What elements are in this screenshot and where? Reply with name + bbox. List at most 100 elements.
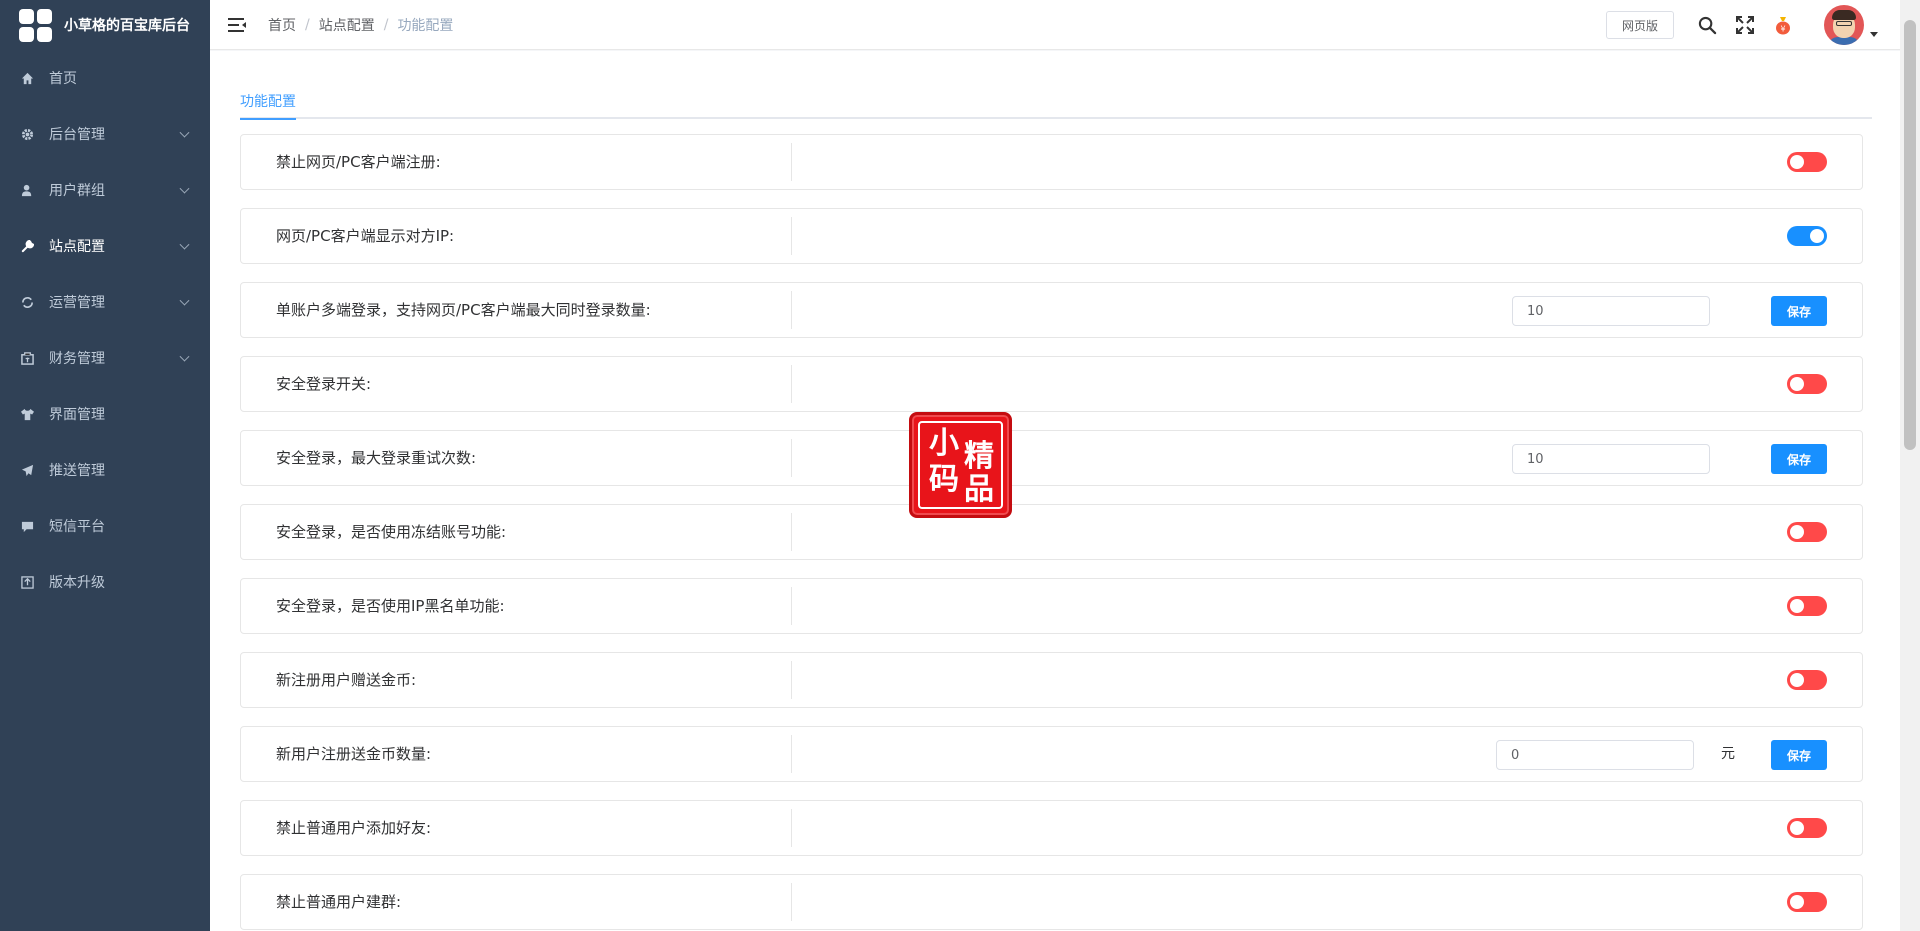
message-icon <box>20 519 34 533</box>
user-icon <box>20 183 34 197</box>
config-label: 禁止网页/PC客户端注册: <box>276 153 441 171</box>
divider <box>791 883 792 921</box>
top-header: 首页 / 站点配置 / 功能配置 网页版 ¥ <box>210 0 1900 50</box>
sidebar-item-label: 短信平台 <box>49 519 105 535</box>
page-scrollbar[interactable] <box>1900 0 1920 931</box>
config-value-input[interactable] <box>1512 444 1710 474</box>
logo[interactable]: 小草格的百宝库后台 <box>0 0 210 50</box>
config-row: 安全登录，最大登录重试次数: 保存 <box>240 430 1863 486</box>
search-icon[interactable] <box>1696 14 1718 36</box>
sidebar-item-2[interactable]: 用户群组 <box>0 162 210 218</box>
sidebar-item-label: 财务管理 <box>49 351 105 367</box>
chevron-down-icon <box>179 183 190 194</box>
sidebar-item-1[interactable]: 后台管理 <box>0 106 210 162</box>
sidebar-item-label: 用户群组 <box>49 183 105 199</box>
toggle-switch[interactable] <box>1787 152 1827 172</box>
breadcrumb-home[interactable]: 首页 <box>268 15 296 35</box>
sidebar-item-8[interactable]: 短信平台 <box>0 498 210 554</box>
chevron-down-icon <box>179 351 190 362</box>
toggle-switch[interactable] <box>1787 670 1827 690</box>
sidebar-item-5[interactable]: 财务管理 <box>0 330 210 386</box>
config-label: 新注册用户赠送金币: <box>276 671 417 689</box>
sidebar: 小草格的百宝库后台 首页后台管理用户群组站点配置运营管理财务管理界面管理推送管理… <box>0 0 210 931</box>
config-row: 网页/PC客户端显示对方IP: <box>240 208 1863 264</box>
config-row: 禁止网页/PC客户端注册: <box>240 134 1863 190</box>
sidebar-item-label: 站点配置 <box>49 239 105 255</box>
caret-down-icon[interactable] <box>1870 31 1878 37</box>
divider <box>791 661 792 699</box>
watermark-stamp: 小 精 码 品 <box>909 412 1012 518</box>
config-row: 安全登录，是否使用冻结账号功能: <box>240 504 1863 560</box>
divider <box>791 143 792 181</box>
breadcrumb-separator: / <box>305 16 310 33</box>
divider <box>791 291 792 329</box>
header-actions: 网页版 ¥ <box>1605 0 1900 50</box>
toggle-switch[interactable] <box>1787 374 1827 394</box>
finance-icon <box>20 351 34 365</box>
toggle-switch[interactable] <box>1787 892 1827 912</box>
sidebar-item-label: 版本升级 <box>49 575 105 591</box>
breadcrumb-current: 功能配置 <box>397 17 454 34</box>
save-button[interactable]: 保存 <box>1771 444 1827 474</box>
wrench-icon <box>20 239 34 253</box>
sidebar-item-6[interactable]: 界面管理 <box>0 386 210 442</box>
config-label: 安全登录，是否使用冻结账号功能: <box>276 523 507 541</box>
gear-icon <box>20 127 34 141</box>
tab-feature-config[interactable]: 功能配置 <box>240 92 296 120</box>
sidebar-item-label: 后台管理 <box>49 127 105 143</box>
toggle-switch[interactable] <box>1787 596 1827 616</box>
config-row: 新注册用户赠送金币: <box>240 652 1863 708</box>
config-row: 新用户注册送金币数量: 元 保存 <box>240 726 1863 782</box>
config-row: 禁止普通用户添加好友: <box>240 800 1863 856</box>
config-value-input[interactable] <box>1512 296 1710 326</box>
user-avatar[interactable] <box>1824 5 1864 45</box>
svg-text:¥: ¥ <box>1780 25 1785 34</box>
divider <box>791 735 792 773</box>
toggle-switch[interactable] <box>1787 522 1827 542</box>
save-button[interactable]: 保存 <box>1771 740 1827 770</box>
sidebar-item-3[interactable]: 站点配置 <box>0 218 210 274</box>
logo-icon <box>19 8 52 42</box>
sidebar-menu: 首页后台管理用户群组站点配置运营管理财务管理界面管理推送管理短信平台版本升级 <box>0 50 210 610</box>
config-value-input[interactable] <box>1496 740 1694 770</box>
save-button[interactable]: 保存 <box>1771 296 1827 326</box>
config-row: 禁止普通用户建群: <box>240 874 1863 930</box>
divider <box>791 809 792 847</box>
app-title: 小草格的百宝库后台 <box>64 18 190 34</box>
config-label: 安全登录，最大登录重试次数: <box>276 449 477 467</box>
divider <box>791 513 792 551</box>
sidebar-item-label: 首页 <box>49 71 77 87</box>
config-label: 网页/PC客户端显示对方IP: <box>276 227 455 245</box>
sidebar-item-9[interactable]: 版本升级 <box>0 554 210 610</box>
config-label: 新用户注册送金币数量: <box>276 745 432 763</box>
sidebar-item-label: 运营管理 <box>49 295 105 311</box>
scrollbar-thumb[interactable] <box>1904 20 1916 450</box>
chevron-down-icon <box>179 295 190 306</box>
sidebar-item-0[interactable]: 首页 <box>0 50 210 106</box>
chevron-down-icon <box>179 127 190 138</box>
web-version-button[interactable]: 网页版 <box>1605 11 1674 39</box>
tab-bar: 功能配置 <box>240 91 1872 120</box>
divider <box>791 439 792 477</box>
home-icon <box>20 71 34 85</box>
sidebar-item-4[interactable]: 运营管理 <box>0 274 210 330</box>
config-label: 安全登录开关: <box>276 375 372 393</box>
toggle-switch[interactable] <box>1787 226 1827 246</box>
config-label: 单账户多端登录，支持网页/PC客户端最大同时登录数量: <box>276 301 651 319</box>
breadcrumb-site-config[interactable]: 站点配置 <box>319 15 375 35</box>
sidebar-item-7[interactable]: 推送管理 <box>0 442 210 498</box>
sidebar-item-label: 推送管理 <box>49 463 105 479</box>
chevron-down-icon <box>179 239 190 250</box>
money-bag-icon[interactable]: ¥ <box>1772 14 1794 36</box>
config-label: 禁止普通用户建群: <box>276 893 402 911</box>
upgrade-icon <box>20 575 34 589</box>
divider <box>791 217 792 255</box>
fullscreen-icon[interactable] <box>1734 14 1756 36</box>
toggle-switch[interactable] <box>1787 818 1827 838</box>
main-content: 功能配置 禁止网页/PC客户端注册: 网页/PC客户端显示对方IP: 单账户多端登录… <box>210 51 1900 931</box>
send-icon <box>20 463 34 477</box>
operation-icon <box>20 295 34 309</box>
shirt-icon <box>20 407 34 421</box>
sidebar-toggle-icon[interactable] <box>228 17 246 32</box>
config-list: 禁止网页/PC客户端注册: 网页/PC客户端显示对方IP: 单账户多端登录，支持网页… <box>240 134 1863 931</box>
